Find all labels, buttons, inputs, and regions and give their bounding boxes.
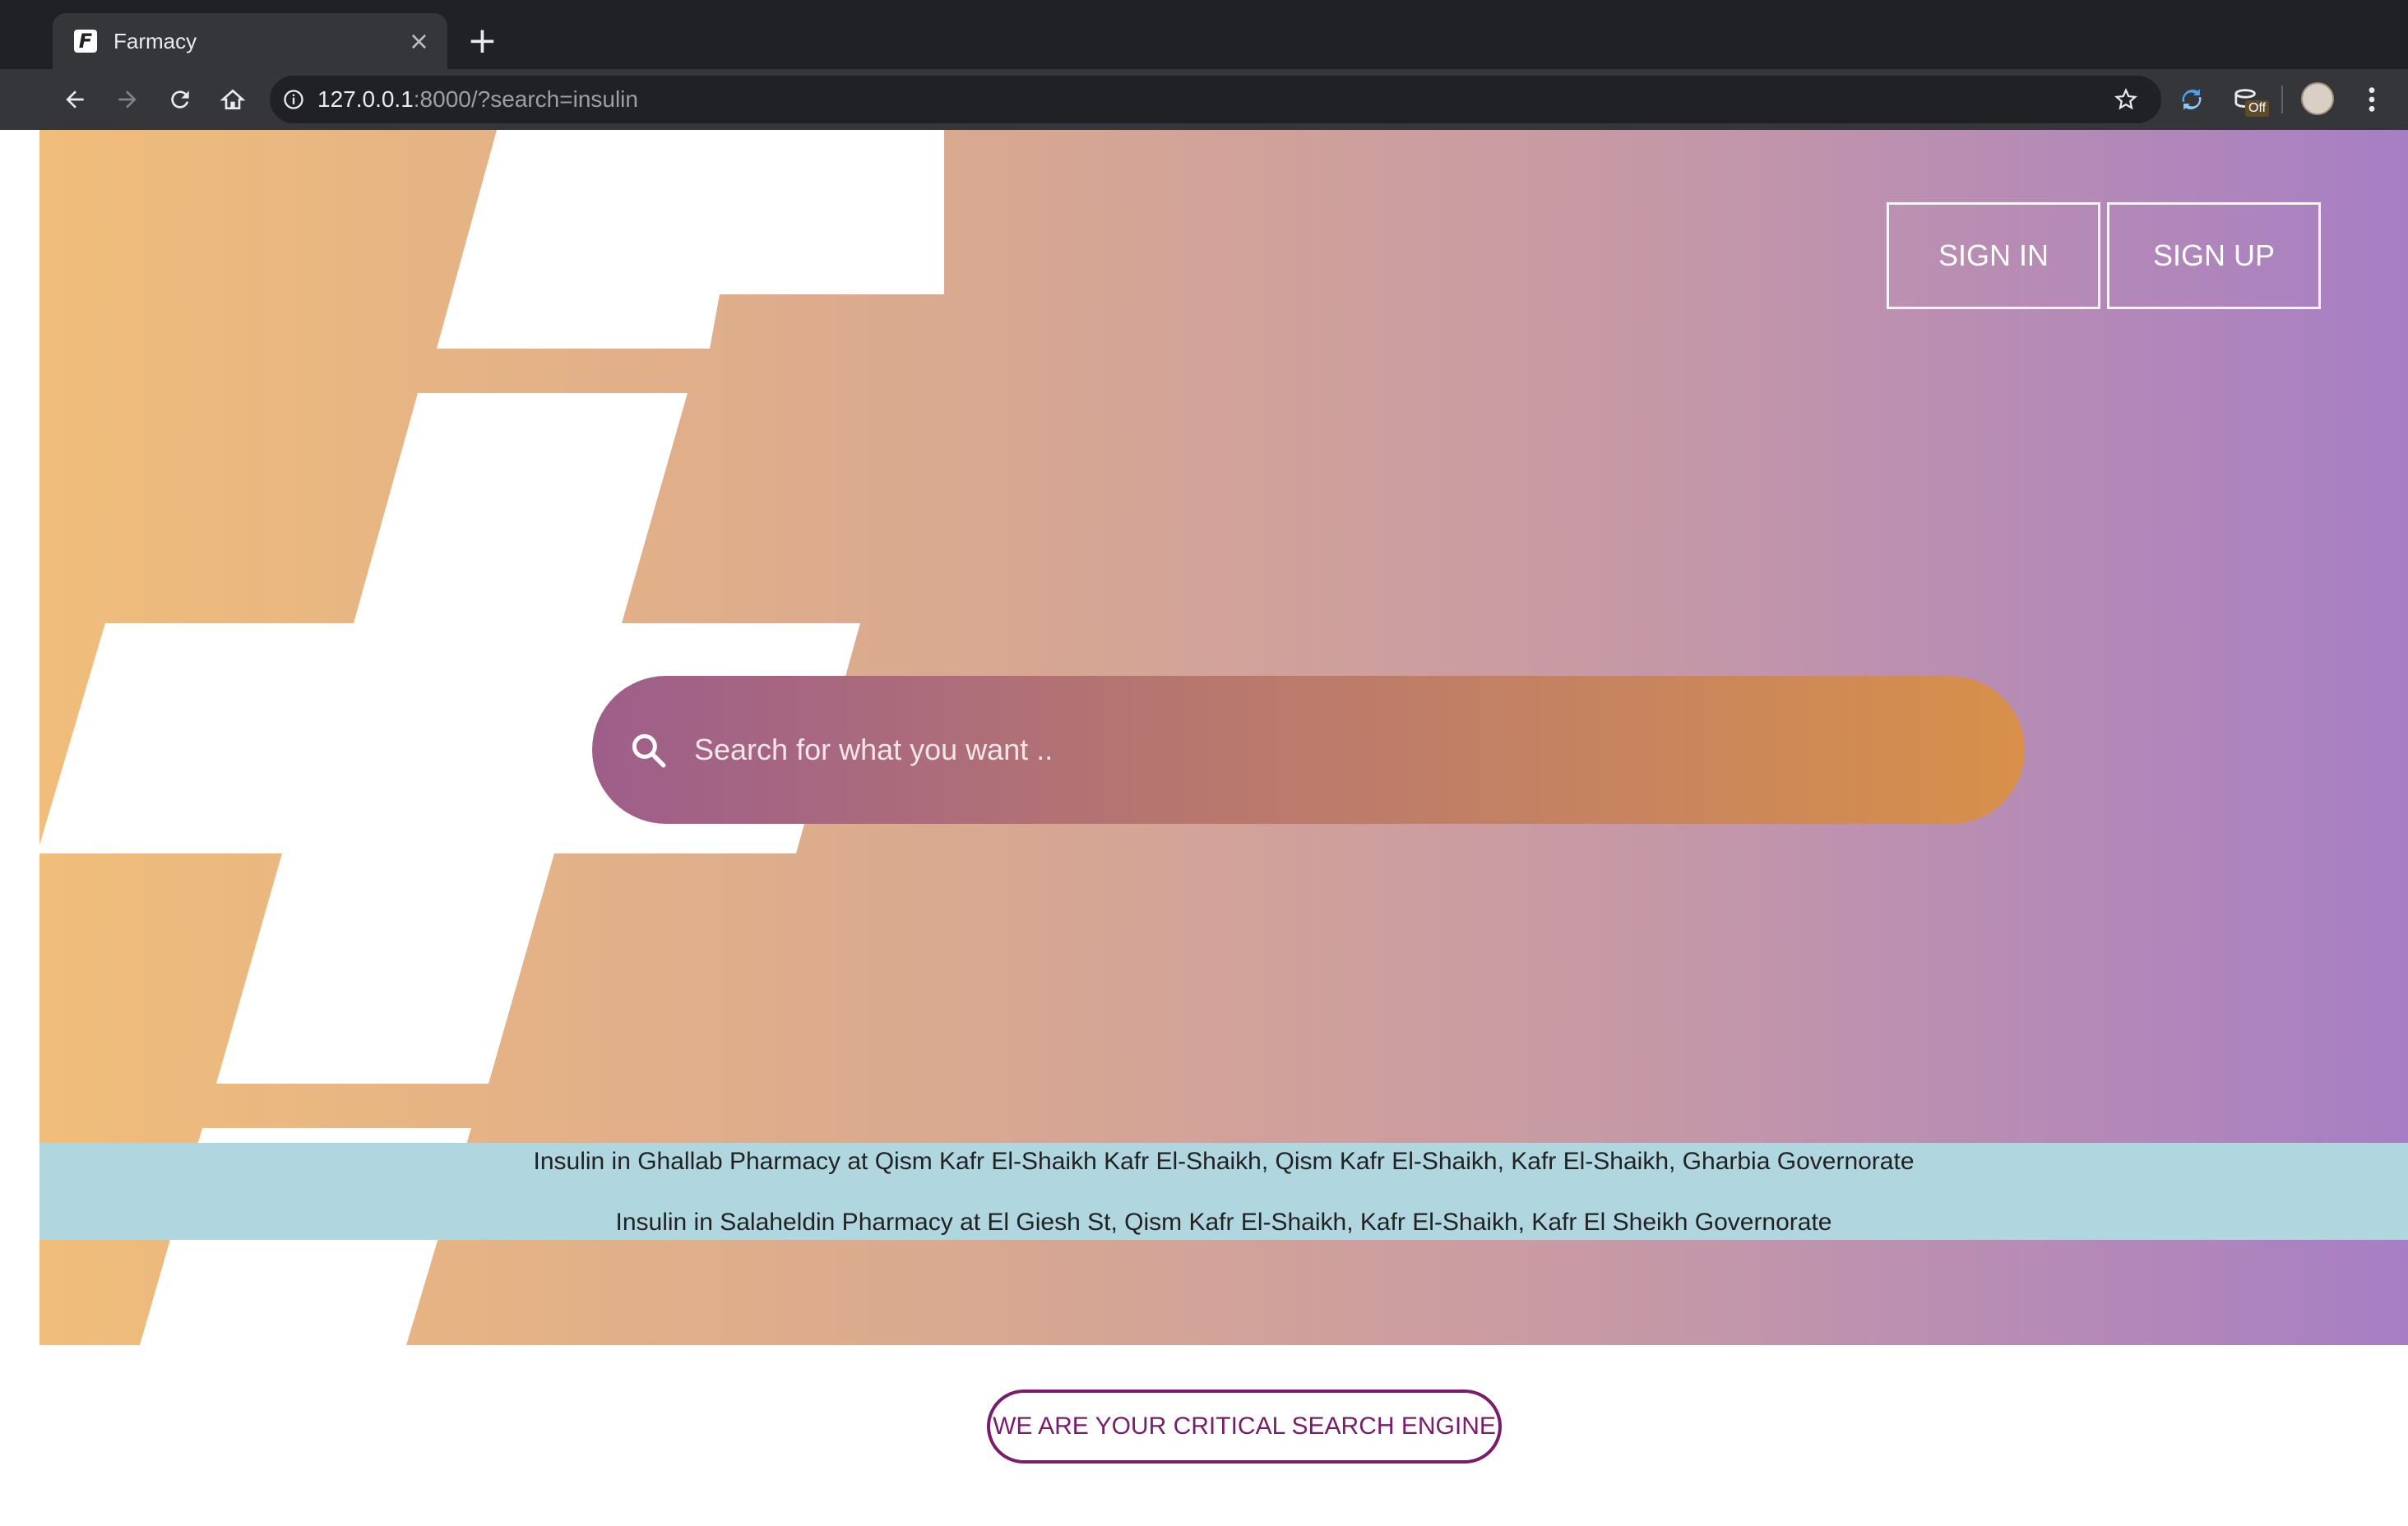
close-tab-icon[interactable]: × (409, 27, 429, 56)
footer: WE ARE YOUR CRITICAL SEARCH ENGINE (0, 1345, 2408, 1526)
forward-icon[interactable] (109, 81, 146, 118)
sign-in-button[interactable]: SIGN IN (1887, 202, 2100, 309)
extension-off-badge: Off (2245, 100, 2270, 117)
browser-toolbar: 127.0.0.1:8000/?search=insulin Off (0, 69, 2408, 130)
search-icon[interactable] (625, 727, 671, 773)
address-bar[interactable]: 127.0.0.1:8000/?search=insulin (270, 76, 2161, 123)
sign-up-button[interactable]: SIGN UP (2107, 202, 2321, 309)
hero-section: SIGN IN SIGN UP Insulin in Ghallab Pharm… (39, 130, 2408, 1345)
tab-title: Farmacy (113, 28, 197, 53)
search-results: Insulin in Ghallab Pharmacy at Qism Kafr… (39, 1143, 2408, 1240)
search-bar[interactable] (592, 676, 2025, 824)
browser-chrome: F Farmacy × + 127.0.0.1:8000/?search=ins… (0, 0, 2408, 130)
farmacy-favicon-icon: F (74, 30, 97, 53)
sync-extension-icon[interactable] (2173, 81, 2211, 118)
search-input[interactable] (692, 716, 2025, 784)
tagline-badge[interactable]: WE ARE YOUR CRITICAL SEARCH ENGINE (987, 1390, 1502, 1464)
result-item[interactable]: Insulin in Ghallab Pharmacy at Qism Kafr… (39, 1148, 2408, 1176)
reload-icon[interactable] (161, 81, 199, 118)
back-icon[interactable] (56, 81, 94, 118)
toolbar-divider (2281, 86, 2283, 113)
home-icon[interactable] (214, 81, 252, 118)
menu-icon[interactable] (2354, 81, 2390, 118)
result-item[interactable]: Insulin in Salaheldin Pharmacy at El Gie… (39, 1209, 2408, 1237)
stack-extension-icon[interactable]: Off (2229, 81, 2270, 118)
url-text: 127.0.0.1:8000/?search=insulin (317, 86, 638, 113)
info-icon[interactable] (270, 88, 317, 111)
url-host: 127.0.0.1 (317, 86, 414, 112)
star-icon[interactable] (2114, 87, 2138, 116)
profile-avatar[interactable] (2301, 82, 2334, 115)
browser-tab[interactable]: F Farmacy × (53, 13, 447, 69)
url-path: :8000/?search=insulin (413, 86, 638, 112)
new-tab-button[interactable]: + (467, 20, 498, 62)
